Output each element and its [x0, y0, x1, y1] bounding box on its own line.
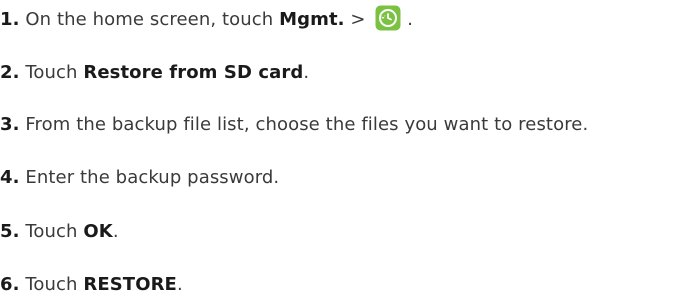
- step-text: On the home screen, touch: [25, 9, 274, 30]
- step-trailing: .: [401, 9, 414, 30]
- instruction-steps: 1. On the home screen, touch Mgmt. > . 2…: [0, 0, 692, 304]
- step-6: 6. Touch RESTORE.: [0, 270, 183, 300]
- backup-restore-app-icon: [375, 5, 401, 31]
- step-3: 3. From the backup file list, choose the…: [0, 110, 588, 140]
- step-number: 1.: [0, 9, 20, 30]
- step-emphasis: OK: [83, 221, 113, 242]
- step-1: 1. On the home screen, touch Mgmt. > .: [0, 5, 413, 35]
- step-4: 4. Enter the backup password.: [0, 163, 279, 193]
- step-2: 2. Touch Restore from SD card.: [0, 58, 309, 88]
- step-text: Enter the backup password.: [25, 167, 280, 188]
- step-text: From the backup file list, choose the fi…: [25, 114, 589, 135]
- step-5: 5. Touch OK.: [0, 217, 119, 247]
- step-number: 5.: [0, 221, 20, 242]
- step-emphasis: Mgmt.: [279, 9, 345, 30]
- step-text: Touch: [25, 221, 78, 242]
- step-text: Touch: [25, 62, 78, 83]
- step-text: Touch: [25, 274, 78, 295]
- step-number: 2.: [0, 62, 20, 83]
- step-number: 6.: [0, 274, 20, 295]
- step-separator: >: [344, 9, 372, 30]
- step-trailing: .: [303, 62, 310, 83]
- step-emphasis: Restore from SD card: [83, 62, 304, 83]
- step-number: 4.: [0, 167, 20, 188]
- step-trailing: .: [112, 221, 119, 242]
- step-number: 3.: [0, 114, 20, 135]
- step-trailing: .: [176, 274, 183, 295]
- step-emphasis: RESTORE: [83, 274, 177, 295]
